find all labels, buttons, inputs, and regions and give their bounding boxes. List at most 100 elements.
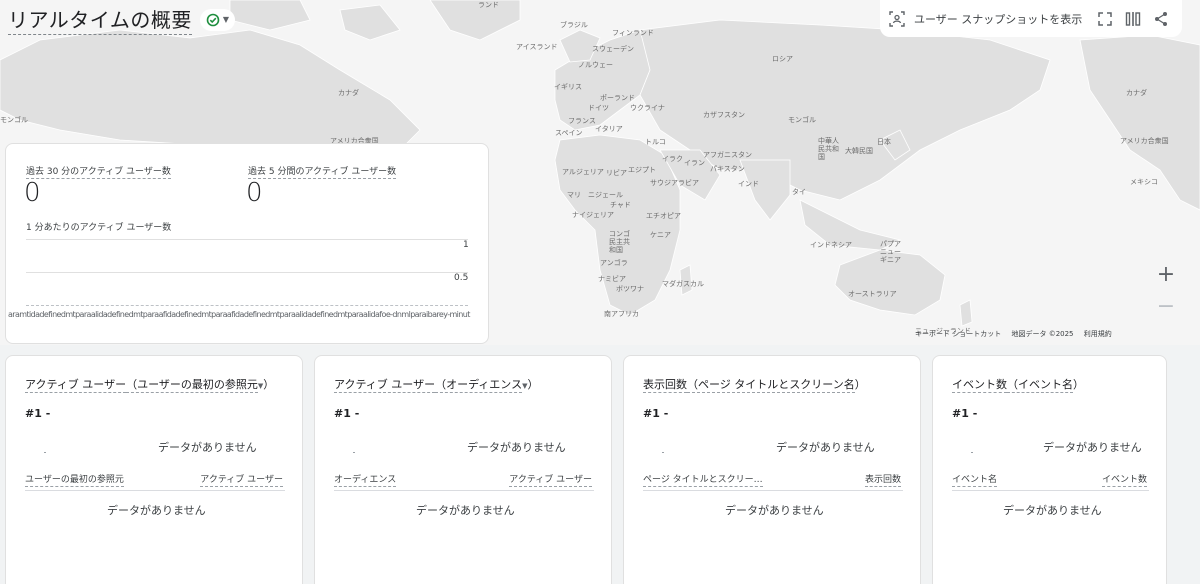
map-country-label: スウェーデン [592,45,634,53]
zoom-controls: + − [1150,258,1182,322]
column-header-metric[interactable]: イベント数 [1101,472,1147,487]
card-title-tail: ） [527,378,539,391]
keyboard-shortcuts-link[interactable]: キーボード ショートカット [915,330,1001,338]
active-users-30min-label[interactable]: 過去 30 分のアクティブ ユーザー数 [26,164,171,179]
map-country-label: イラク [662,155,683,163]
card-metric-name[interactable]: アクティブ ユーザー [334,378,436,393]
map-country-label: マダガスカル [662,280,704,288]
gridline [26,239,468,240]
table-header-rule [334,490,594,491]
map-country-label: ノルウェー [578,61,613,69]
status-dropdown[interactable]: ▼ [199,8,236,31]
map-country-label: メキシコ [1130,178,1158,186]
card-title[interactable]: アクティブ ユーザー（オーディエンス▼） [334,376,539,393]
column-header-dimension[interactable]: ユーザーの最初の参照元 [25,472,124,487]
map-country-label: アンゴラ [600,259,628,267]
active-users-30min-value: 0 [24,178,41,208]
card-dimension-name[interactable]: （ページ タイトルとスクリーン名 [687,378,855,393]
page-title: リアルタイムの概要 [8,4,192,35]
title-area: リアルタイムの概要 ▼ [8,4,236,35]
map-country-label: モンゴル [0,116,28,124]
map-country-label: ブラジル [560,21,588,29]
map-country-label: ニジェール [588,191,623,199]
map-country-label: ランド [478,1,499,9]
table-no-data: データがありません [1003,504,1102,517]
placeholder-dot [353,452,355,453]
map-country-label: カザフスタン [703,111,745,119]
active-users-5min-label[interactable]: 過去 5 分間のアクティブ ユーザー数 [248,164,397,179]
map-country-label: 中華人民共和国 [818,137,839,161]
user-snapshot-button[interactable]: ユーザー スナップショットを表示 [914,11,1082,27]
card-no-data: データがありません [158,441,257,454]
column-header-dimension[interactable]: イベント名 [952,472,998,487]
card-title[interactable]: アクティブ ユーザー（ユーザーの最初の参照元▼） [25,376,274,393]
card-title[interactable]: 表示回数（ページ タイトルとスクリーン名） [643,376,866,393]
map-country-label: エジプト [628,166,656,174]
card-metric-name[interactable]: 表示回数 [643,378,687,393]
map-country-label: ロシア [772,55,793,63]
table-no-data: データがありません [416,504,515,517]
map-country-label: イタリア [595,125,623,133]
map-country-label: ボツワナ [616,285,644,293]
fullscreen-icon[interactable] [1096,10,1114,28]
y-tick-1: 1 [463,240,469,250]
map-country-label: ウクライナ [630,104,665,112]
baseline [26,305,468,306]
map-country-label: スペイン [555,129,583,137]
map-country-label: パキスタン [710,165,745,173]
map-country-label: イギリス [554,83,582,91]
column-header-dimension[interactable]: ページ タイトルとスクリー… [643,472,763,487]
map-country-label: リビア [606,169,627,177]
map-country-label: マリ [567,191,581,199]
report-card: 表示回数（ページ タイトルとスクリーン名） #1 - データがありません ページ… [623,355,921,584]
card-title[interactable]: イベント数（イベント名） [952,376,1084,393]
map-country-label: 大韓民国 [845,147,873,155]
map-country-label: アイスランド [516,43,558,51]
compare-icon[interactable] [1124,10,1142,28]
map-country-label: インドネシア [810,241,852,249]
card-dimension-name[interactable]: （ユーザーの最初の参照元 [126,378,258,393]
check-circle-icon [206,13,220,26]
map-country-label: サウジアラビア [650,179,699,187]
column-header-metric[interactable]: アクティブ ユーザー [509,472,592,487]
map-country-label: アメリカ合衆国 [1120,137,1169,145]
table-header-rule [952,490,1149,491]
y-tick-0-5: 0.5 [454,273,469,283]
per-minute-chart-label: 1 分あたりのアクティブ ユーザー数 [26,223,172,233]
zoom-in-button[interactable]: + [1150,258,1182,290]
card-metric-name[interactable]: アクティブ ユーザー [25,378,127,393]
card-dimension-name[interactable]: （イベント名 [1007,378,1073,393]
card-rank: #1 - [25,407,51,420]
zoom-out-button[interactable]: − [1150,290,1182,322]
x-axis-labels: aramtidadefinedmtparaalidadefinedmtparaa… [8,310,470,319]
map-country-label: アルジェリア [562,168,604,176]
card-rank: #1 - [334,407,360,420]
map-country-label: フィンランド [612,29,654,37]
map-country-label: ドイツ [588,104,609,112]
map-data-credit: 地図データ ©2025 [1011,330,1074,338]
column-header-metric[interactable]: 表示回数 [864,472,901,487]
share-icon[interactable] [1152,10,1170,28]
placeholder-dot [662,452,664,453]
card-metric-name[interactable]: イベント数 [952,378,1007,393]
card-dimension-name[interactable]: （オーディエンス [435,378,523,393]
map-country-label: フランス [568,117,596,125]
map-country-label: 日本 [877,138,891,146]
card-rank: #1 - [952,407,978,420]
column-header-metric[interactable]: アクティブ ユーザー [200,472,283,487]
map-attribution: キーボード ショートカット 地図データ ©2025 利用規約 [915,329,1120,339]
map-country-label: ケニア [650,231,671,239]
map-country-label: ナミビア [598,275,626,283]
map-country-label: インド [738,180,759,188]
map-country-label: エチオピア [646,212,681,220]
report-card: イベント数（イベント名） #1 - データがありません イベント名 イベント数 … [932,355,1167,584]
column-header-dimension[interactable]: オーディエンス [334,472,397,487]
terms-link[interactable]: 利用規約 [1084,330,1112,338]
map-country-label: オーストラリア [848,290,897,298]
table-header-rule [25,490,285,491]
card-rank: #1 - [643,407,669,420]
user-snapshot-icon[interactable] [888,10,906,28]
report-card: アクティブ ユーザー（ユーザーの最初の参照元▼） #1 - データがありません … [5,355,303,584]
map-country-label: コンゴ民主共和国 [609,230,630,254]
table-header-rule [643,490,903,491]
